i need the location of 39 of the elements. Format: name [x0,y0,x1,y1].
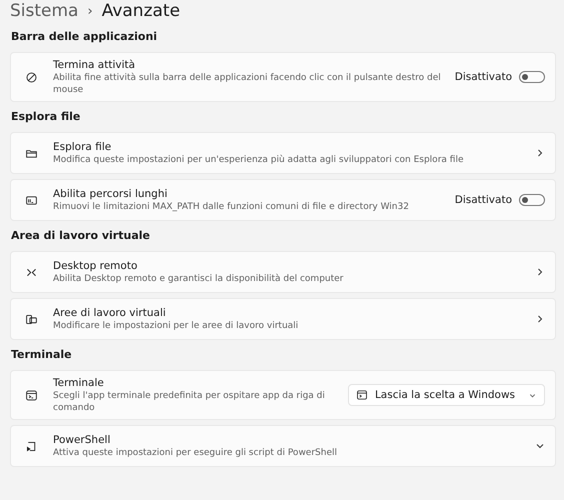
script-icon [25,440,38,452]
settings-card[interactable]: PowerShell Attiva queste impostazioni per eseguire gli script di PowerShell [10,425,556,467]
setting-title: Termina attività [53,58,136,72]
setting-title: Aree di lavoro virtuali [53,306,167,320]
settings-card[interactable]: Esplora file Modifica queste impostazioni per un'esperienza più adatta agli sviluppatori con Esplora file [10,132,556,174]
breadcrumb-separator: › [87,4,93,18]
setting-title: Esplora file [53,140,112,154]
setting-description: Abilita Desktop remoto e garantisci la disponibilità del computer [53,273,344,285]
terminal-dropdown[interactable]: Lascia la scelta a Windows [348,384,545,406]
toggle-state-label: Disattivato [454,71,512,83]
setting-description: Attiva queste impostazioni per eseguire gli script di PowerShell [53,447,338,459]
settings-card[interactable]: Aree di lavoro virtuali Modificare le impostazioni per le aree di lavoro virtuali [10,298,556,340]
devices-icon [25,312,38,326]
prohibited-icon [25,70,38,84]
chevron-right-icon [535,314,545,324]
setting-title: PowerShell [53,433,112,447]
breadcrumb-parent[interactable]: Sistema [10,1,78,21]
setting-title: Abilita percorsi lunghi [53,187,168,201]
window-icon [25,194,38,206]
setting-description: Scegli l'app terminale predefinita per ospitare app da riga di comando [53,390,326,414]
toggle-state-label: Disattivato [454,194,512,206]
setting-description: Abilita fine attività sulla barra delle applicazioni facendo clic con il pulsante destro del mouse [53,72,442,96]
setting-description: Rimuovi le limitazioni MAX_PATH dalle funzioni comuni di file e directory Win32 [53,201,410,213]
terminal-icon [25,388,38,402]
chevron-right-icon [535,148,545,158]
section-heading: Esplora file [10,109,82,125]
section-heading: Area di lavoro virtuale [10,228,151,244]
chevron-right-icon [535,267,545,277]
setting-description: Modifica queste impostazioni per un'esperienza più adatta agli sviluppatori con Esplora file [53,154,464,166]
terminal-icon [356,389,368,401]
settings-card[interactable]: Desktop remoto Abilita Desktop remoto e garantisci la disponibilità del computer [10,251,556,293]
page-title: Avanzate [102,1,180,21]
toggle-switch[interactable] [519,71,545,83]
setting-description: Modificare le impostazioni per le aree di lavoro virtuali [53,320,300,332]
section-heading: Terminale [10,347,73,363]
setting-title: Desktop remoto [53,259,138,273]
section-heading: Barra delle applicazioni [10,29,158,45]
toggle-switch[interactable] [519,194,545,206]
setting-title: Terminale [53,376,105,390]
